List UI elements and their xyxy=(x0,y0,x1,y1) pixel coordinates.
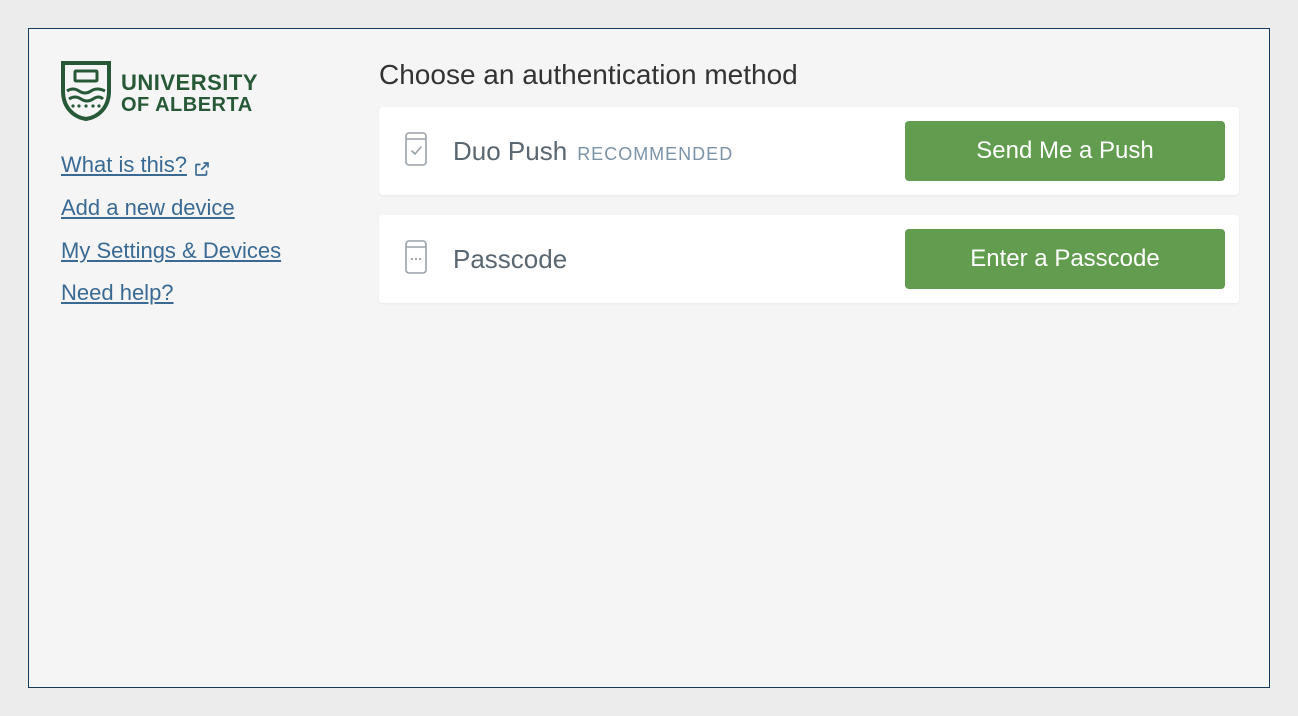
duo-auth-frame: UNIVERSITY OF ALBERTA What is this? Add … xyxy=(28,28,1270,688)
logo-line1: UNIVERSITY xyxy=(121,71,258,94)
sidebar-links: What is this? Add a new device My Settin… xyxy=(61,150,347,321)
main-panel: Choose an authentication method Duo Push… xyxy=(379,29,1269,687)
external-link-icon xyxy=(193,156,211,174)
method-passcode-label: Passcode xyxy=(453,244,905,275)
method-push-name: Duo Push xyxy=(453,136,567,167)
shield-icon xyxy=(61,61,111,126)
method-passcode-name: Passcode xyxy=(453,244,567,275)
link-settings-devices[interactable]: My Settings & Devices xyxy=(61,236,281,267)
logo-text: UNIVERSITY OF ALBERTA xyxy=(121,71,258,115)
logo-line2: OF ALBERTA xyxy=(121,95,258,116)
method-card-passcode: Passcode Enter a Passcode xyxy=(379,215,1239,303)
phone-check-icon xyxy=(403,131,431,172)
link-add-device[interactable]: Add a new device xyxy=(61,193,235,224)
university-logo: UNIVERSITY OF ALBERTA xyxy=(61,61,347,126)
phone-passcode-icon xyxy=(403,239,431,280)
send-push-button[interactable]: Send Me a Push xyxy=(905,121,1225,181)
link-what-is-this[interactable]: What is this? xyxy=(61,150,211,181)
method-card-push: Duo Push RECOMMENDED Send Me a Push xyxy=(379,107,1239,195)
method-push-tag: RECOMMENDED xyxy=(577,144,733,165)
enter-passcode-button[interactable]: Enter a Passcode xyxy=(905,229,1225,289)
method-push-label: Duo Push RECOMMENDED xyxy=(453,136,905,167)
link-what-is-this-label: What is this? xyxy=(61,150,187,181)
auth-heading: Choose an authentication method xyxy=(379,59,1239,91)
sidebar: UNIVERSITY OF ALBERTA What is this? Add … xyxy=(29,29,379,687)
link-need-help[interactable]: Need help? xyxy=(61,278,174,309)
